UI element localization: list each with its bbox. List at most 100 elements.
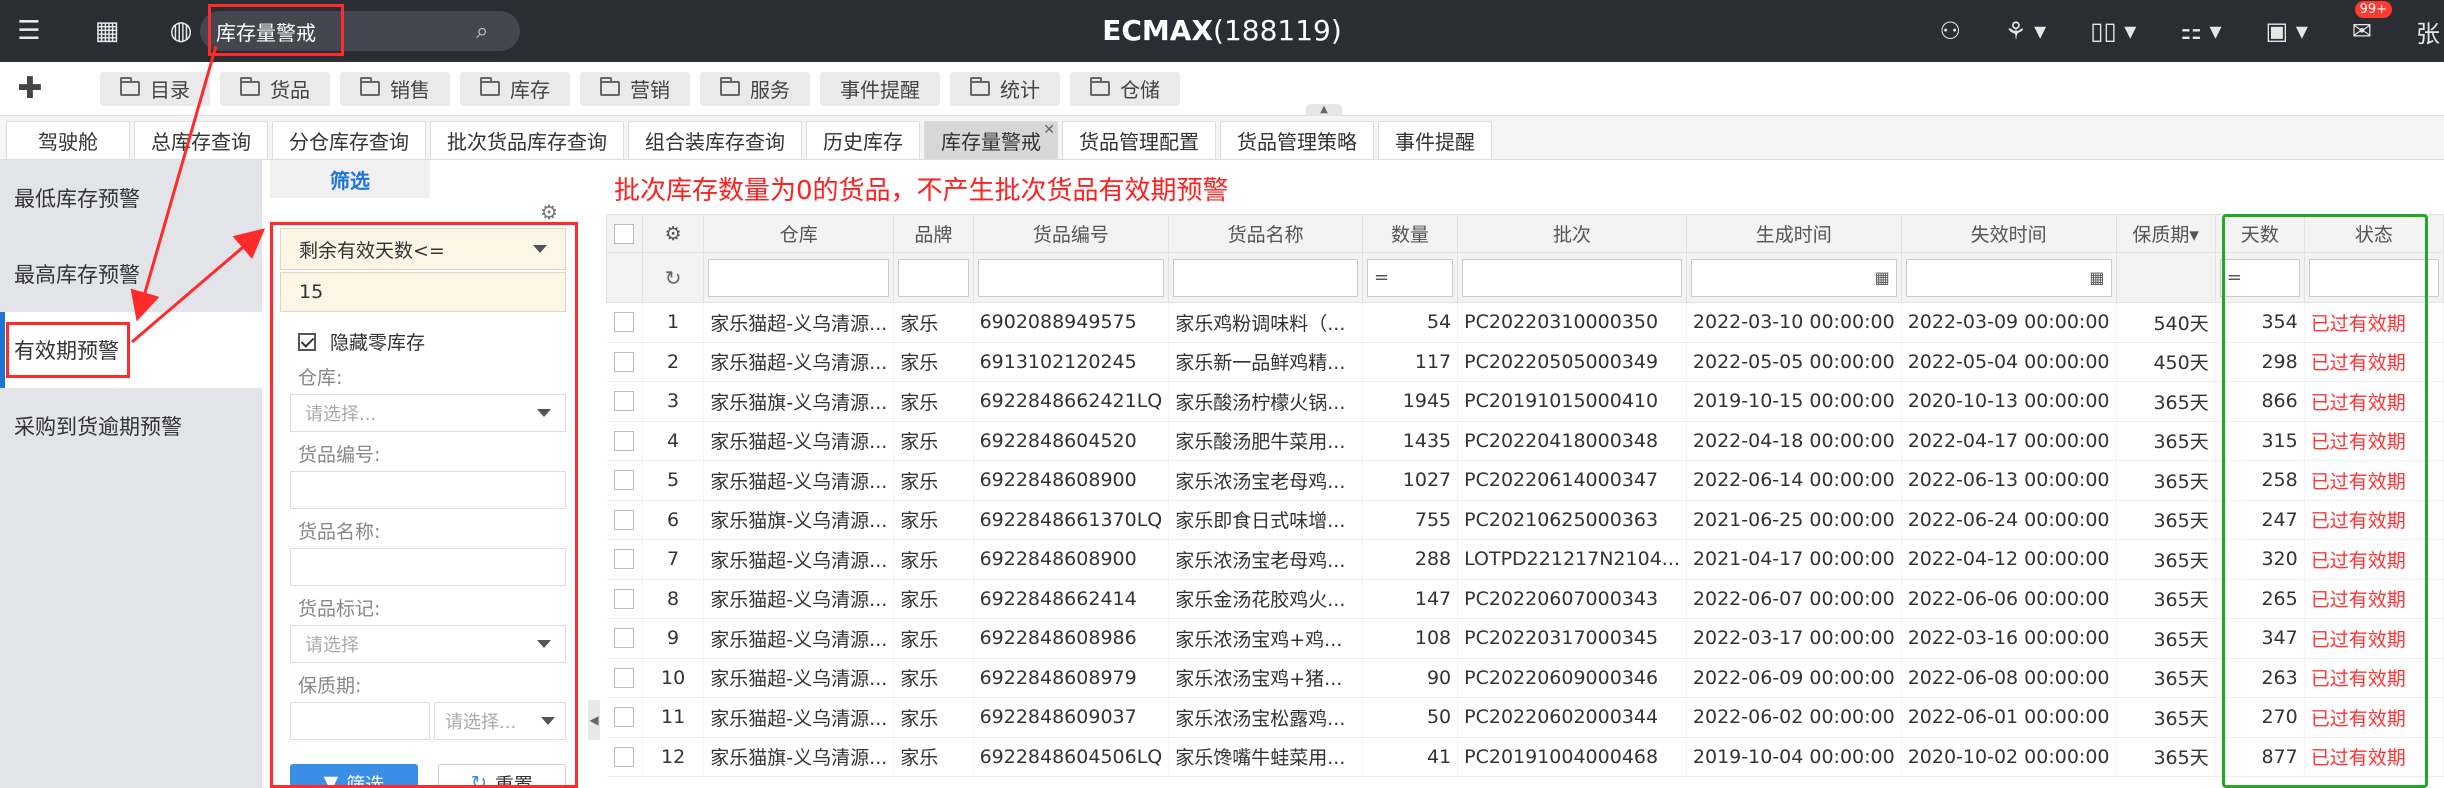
col-goods-code[interactable]: 货品编号 <box>972 214 1170 253</box>
row-checkbox[interactable] <box>614 628 635 649</box>
col-quantity[interactable]: 数量 <box>1361 214 1459 253</box>
panel-splitter[interactable]: ◀ <box>588 700 600 740</box>
row-checkbox[interactable] <box>614 391 635 412</box>
menu-max-stock-alert[interactable]: 最高库存预警 <box>0 236 262 312</box>
nav-statistics[interactable]: 统计 <box>950 71 1060 106</box>
book-icon[interactable]: ▯▯ ▾ <box>2090 17 2136 45</box>
tab-goods-strategy[interactable]: 货品管理策略 <box>1220 121 1374 159</box>
select-all-checkbox[interactable] <box>614 223 635 244</box>
table-row[interactable]: 8 家乐猫超-义乌清源... 家乐 6922848662414 家乐金汤花胶鸡火... 1… <box>606 579 2444 619</box>
menu-list-icon[interactable]: ☰ <box>10 12 48 50</box>
nav-catalog[interactable]: 目录 <box>100 71 210 106</box>
table-row[interactable]: 5 家乐猫超-义乌清源... 家乐 6922848608900 家乐浓汤宝老母鸡... 1… <box>606 460 2444 501</box>
col-brand[interactable]: 品牌 <box>893 214 974 253</box>
row-checkbox[interactable] <box>614 746 635 767</box>
folder-icon <box>240 77 260 96</box>
qty-filter-input[interactable]: = <box>1366 258 1454 297</box>
cell-goods-name: 家乐鸡粉调味料（... <box>1168 302 1363 343</box>
table-row[interactable]: 1 家乐猫超-义乌清源... 家乐 6902088949575 家乐鸡粉调味料（... 5… <box>606 302 2444 343</box>
row-checkbox[interactable] <box>614 430 635 451</box>
calendar-icon[interactable]: ▦ <box>1875 268 1890 287</box>
org-tree-icon[interactable]: ⚘ ▾ <box>2005 17 2046 45</box>
refresh-icon[interactable]: ↻ <box>665 266 682 290</box>
tab-cockpit[interactable]: 驾驶舱 <box>6 121 130 159</box>
page-tabs: 驾驶舱 总库存查询 分仓库存查询 批次货品库存查询 组合装库存查询 历史库存 库… <box>0 116 2444 160</box>
tab-history-stock[interactable]: 历史库存 <box>806 121 920 159</box>
row-checkbox[interactable] <box>614 588 635 609</box>
gear-icon[interactable]: ⚙ <box>540 200 558 224</box>
user-initial[interactable]: 张 <box>2416 14 2440 49</box>
created-filter-input[interactable]: ▦ <box>1690 258 1897 297</box>
app: ☰ ▦ ◍ ⌕ ECMAX(188119) ⚇ ⚘ ▾ ▯▯ ▾ ⚏ ▾ ▣ ▾… <box>0 0 2444 788</box>
batch-filter-input[interactable] <box>1462 258 1682 297</box>
tab-event-reminder[interactable]: 事件提醒 <box>1378 121 1492 159</box>
filter-cell-qty: = <box>1361 252 1459 303</box>
filter-tab-spacer <box>430 160 576 200</box>
nav-goods[interactable]: 货品 <box>220 71 330 106</box>
table-row[interactable]: 2 家乐猫超-义乌清源... 家乐 6913102120245 家乐新一品鲜鸡精... 1… <box>606 342 2444 382</box>
table-row[interactable]: 3 家乐猫旗-义乌清源... 家乐 6922848662421LQ 家乐酸汤柠檬火锅..… <box>606 381 2444 422</box>
row-checkbox-cell <box>606 421 643 461</box>
col-batch[interactable]: 批次 <box>1457 214 1687 253</box>
row-checkbox[interactable] <box>614 707 635 728</box>
table-row[interactable]: 7 家乐猫超-义乌清源... 家乐 6922848608900 家乐浓汤宝老母鸡... 2… <box>606 539 2444 580</box>
tab-total-stock[interactable]: 总库存查询 <box>134 121 268 159</box>
table-row[interactable]: 6 家乐猫旗-义乌清源... 家乐 6922848661370LQ 家乐即食日式味增..… <box>606 500 2444 540</box>
cell-created: 2022-06-02 00:00:00 <box>1686 697 1902 738</box>
col-expire[interactable]: 失效时间 <box>1900 214 2117 253</box>
apps-grid-icon[interactable]: ▦ <box>88 12 126 50</box>
row-number: 1 <box>642 302 705 343</box>
table-row[interactable]: 11 家乐猫超-义乌清源... 家乐 6922848609037 家乐浓汤宝松露鸡...… <box>606 697 2444 738</box>
search-icon[interactable]: ⌕ <box>476 19 488 44</box>
inbox-icon[interactable]: ✉ 99+ <box>2352 1 2392 45</box>
expire-filter-input[interactable]: ▦ <box>1905 258 2112 297</box>
tab-combo-stock[interactable]: 组合装库存查询 <box>628 121 802 159</box>
cell-warehouse: 家乐猫旗-义乌清源... <box>703 500 895 540</box>
modules-icon[interactable]: ⚏ ▾ <box>2180 17 2221 45</box>
row-checkbox[interactable] <box>614 470 635 491</box>
warehouse-filter-input[interactable] <box>708 258 890 297</box>
row-checkbox[interactable] <box>614 351 635 372</box>
nav-event-reminder[interactable]: 事件提醒 <box>820 71 940 106</box>
cell-expire: 2020-10-02 00:00:00 <box>1901 737 2117 777</box>
calendar-icon[interactable]: ▦ <box>2089 268 2104 287</box>
row-number: 11 <box>642 697 705 738</box>
briefcase-icon[interactable]: ▣ ▾ <box>2266 17 2308 45</box>
row-checkbox[interactable] <box>614 549 635 570</box>
collapse-nav-handle[interactable]: ▲ <box>1306 104 1342 116</box>
nav-marketing[interactable]: 营销 <box>580 71 690 106</box>
tab-batch-stock[interactable]: 批次货品库存查询 <box>430 121 624 159</box>
nav-service[interactable]: 服务 <box>700 71 810 106</box>
tab-goods-config[interactable]: 货品管理配置 <box>1062 121 1216 159</box>
row-checkbox-cell <box>606 737 643 777</box>
tab-warehouse-stock[interactable]: 分仓库存查询 <box>272 121 426 159</box>
table-row[interactable]: 9 家乐猫超-义乌清源... 家乐 6922848608986 家乐浓汤宝鸡+鸡... 1… <box>606 618 2444 659</box>
row-checkbox[interactable] <box>614 667 635 688</box>
nav-warehouse[interactable]: 仓储 <box>1070 71 1180 106</box>
col-goods-name[interactable]: 货品名称 <box>1168 214 1363 253</box>
filter-tab[interactable]: 筛选 <box>270 160 430 200</box>
col-warehouse[interactable]: 仓库 <box>703 214 895 253</box>
name-filter-input[interactable] <box>1173 258 1358 297</box>
menu-min-stock-alert[interactable]: 最低库存预警 <box>0 160 262 236</box>
nav-sales[interactable]: 销售 <box>340 71 450 106</box>
menu-purchase-overdue-alert[interactable]: 采购到货逾期预警 <box>0 388 262 464</box>
globe-icon[interactable]: ◍ <box>162 12 200 50</box>
table-row[interactable]: 12 家乐猫旗-义乌清源... 家乐 6922848604506LQ 家乐馋嘴牛蛙菜用.… <box>606 737 2444 777</box>
add-plus-icon[interactable]: ✚ <box>0 71 60 106</box>
tab-stock-alert[interactable]: 库存量警戒 ✕ <box>924 121 1058 159</box>
nav-inventory[interactable]: 库存 <box>460 71 570 106</box>
table-row[interactable]: 10 家乐猫超-义乌清源... 家乐 6922848608979 家乐浓汤宝鸡+猪...… <box>606 658 2444 698</box>
row-checkbox[interactable] <box>614 509 635 530</box>
users-icon[interactable]: ⚇ <box>1940 17 1962 45</box>
col-shelf-life[interactable]: 保质期▾ <box>2115 214 2216 253</box>
settings-header: ⚙ <box>641 214 705 253</box>
brand-filter-input[interactable] <box>898 258 969 297</box>
table-row[interactable]: 4 家乐猫超-义乌清源... 家乐 6922848604520 家乐酸汤肥牛菜用... 1… <box>606 421 2444 461</box>
annotation-search-box <box>208 4 344 56</box>
code-filter-input[interactable] <box>977 258 1165 297</box>
gear-icon[interactable]: ⚙ <box>665 223 682 245</box>
row-checkbox[interactable] <box>614 312 635 333</box>
col-created[interactable]: 生成时间 <box>1685 214 1902 253</box>
close-tab-icon[interactable]: ✕ <box>1043 122 1055 138</box>
